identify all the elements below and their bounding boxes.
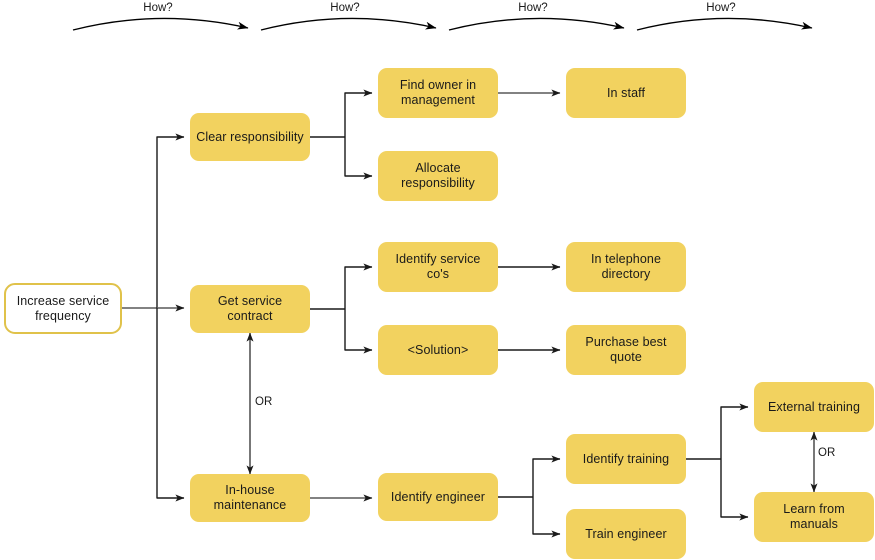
how-arc-layer [72,17,813,31]
node-learn-from-manuals[interactable]: Learn from manuals [754,492,874,542]
node-label: Allocate responsibility [401,161,475,190]
edge-contract-to-solution [344,309,373,354]
node-label: Clear responsibility [196,129,304,144]
diagram-canvas: Increase service frequency Clear responsi… [0,0,875,560]
node-identify-training[interactable]: Identify training [566,434,686,484]
node-label: External training [767,399,861,414]
how-arrow-1 [72,17,249,31]
node-find-owner[interactable]: Find owner in management [378,68,498,118]
node-label: Increase service frequency [16,293,110,323]
node-label: Identify service co's [395,252,481,281]
how-arrow-4 [636,17,813,31]
node-clear-responsibility[interactable]: Clear responsibility [190,113,310,161]
edge-contract-to-identify-co [344,263,373,309]
node-in-house-maintenance[interactable]: In-house maintenance [190,474,310,522]
how-arrow-2 [260,17,437,31]
node-label: Train engineer [585,526,667,541]
node-train-engineer[interactable]: Train engineer [566,509,686,559]
edge-training-to-manuals [720,459,749,521]
node-root[interactable]: Increase service frequency [4,283,122,334]
node-get-service-contract[interactable]: Get service contract [190,285,310,333]
edge-clear-to-allocate [344,137,373,180]
node-label: <Solution> [407,342,469,357]
node-label: In staff [606,85,646,100]
edge-trunk-to-clear [156,133,185,308]
node-label: Get service contract [217,294,283,323]
node-allocate-responsibility[interactable]: Allocate responsibility [378,151,498,201]
node-identify-service-cos[interactable]: Identify service co's [378,242,498,292]
edge-clear-to-find-owner [344,89,373,137]
node-label: In-house maintenance [213,483,287,512]
edge-trunk-to-inhouse [156,308,185,502]
edge-training-to-external [720,403,749,459]
how-arrow-3 [448,17,625,31]
node-label: Identify training [582,451,670,466]
node-in-telephone-directory[interactable]: In telephone directory [566,242,686,292]
node-label: Learn from manuals [783,502,845,531]
node-label: Find owner in management [399,78,477,107]
how-label-2: How? [330,2,360,14]
how-label-3: How? [518,2,548,14]
node-label: Identify engineer [390,489,486,504]
node-in-staff[interactable]: In staff [566,68,686,118]
or-connector-layer [246,332,818,493]
node-external-training[interactable]: External training [754,382,874,432]
label-or-training: OR [818,447,836,459]
node-label: In telephone directory [590,252,661,281]
edge-engineer-to-train-eng [532,497,561,538]
how-label-1: How? [143,2,173,14]
node-identify-engineer[interactable]: Identify engineer [378,473,498,521]
node-label: Purchase best quote [585,335,667,364]
edge-engineer-to-identify-trn [532,455,561,497]
node-solution[interactable]: <Solution> [378,325,498,375]
node-purchase-best-quote[interactable]: Purchase best quote [566,325,686,375]
how-label-4: How? [706,2,736,14]
label-or-service-contract: OR [255,396,273,408]
